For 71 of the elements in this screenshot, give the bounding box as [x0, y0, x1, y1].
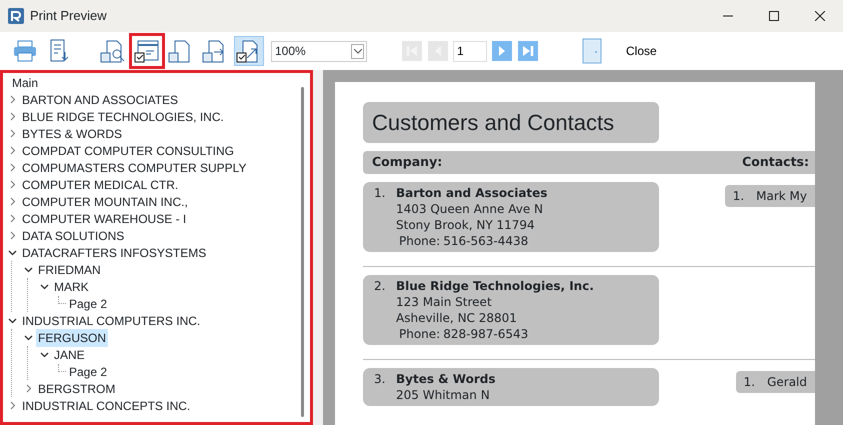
tree-item[interactable]: DATA SOLUTIONS: [20, 226, 126, 244]
collapse-chevron-icon[interactable]: [8, 248, 16, 257]
collapse-chevron-icon[interactable]: [40, 282, 48, 291]
expand-chevron-icon[interactable]: [8, 180, 16, 189]
expand-chevron-icon[interactable]: [24, 384, 32, 393]
expand-chevron-icon[interactable]: [8, 231, 16, 240]
tree-item[interactable]: JANE: [52, 346, 87, 364]
door-icon: [582, 38, 602, 64]
tree-item[interactable]: BLUE RIDGE TECHNOLOGIES, INC.: [20, 108, 226, 126]
report-title: Customers and Contacts: [363, 102, 659, 143]
address-line: 123 Main Street: [396, 294, 493, 310]
expand-chevron-icon[interactable]: [8, 163, 16, 172]
close-preview-button[interactable]: Close: [581, 36, 658, 66]
tree-item[interactable]: COMPUMASTERS COMPUTER SUPPLY: [20, 158, 248, 176]
tree-item[interactable]: Main: [10, 74, 40, 92]
phone-label: Phone:: [399, 234, 440, 248]
record-number: 1.: [374, 184, 386, 201]
column-header: Contacts:: [742, 153, 809, 171]
app-logo-icon: [8, 8, 24, 24]
fit-page-button[interactable]: [234, 36, 264, 66]
collapse-chevron-icon[interactable]: [24, 265, 32, 274]
collapse-chevron-icon[interactable]: [24, 333, 32, 342]
address-line: Stony Brook, NY 11794: [396, 216, 536, 233]
tree-item[interactable]: BYTES & WORDS: [20, 124, 124, 142]
contact-name: Mark My: [756, 188, 807, 205]
record-number: 3.: [374, 370, 386, 387]
record-number: 1.: [744, 374, 756, 391]
tree-item[interactable]: COMPUTER WAREHOUSE - I: [20, 210, 188, 228]
company-name: Barton and Associates: [396, 184, 548, 201]
zoom-select[interactable]: 100%: [271, 40, 367, 62]
expand-chevron-icon[interactable]: [8, 112, 16, 121]
phone-number: 516-563-4438: [443, 234, 528, 248]
tree-item[interactable]: FRIEDMAN: [36, 260, 103, 278]
expand-chevron-icon[interactable]: [8, 95, 16, 104]
expand-chevron-icon[interactable]: [8, 197, 16, 206]
scrollbar-thumb[interactable]: [301, 87, 304, 417]
collapse-chevron-icon[interactable]: [40, 350, 48, 359]
tree-item[interactable]: DATACRAFTERS INFOSYSTEMS: [20, 244, 208, 262]
collapse-chevron-icon[interactable]: [8, 316, 16, 325]
company-name: Blue Ridge Technologies, Inc.: [396, 278, 595, 294]
tree-item[interactable]: INDUSTRIAL CONCEPTS INC.: [20, 396, 192, 414]
contact-name: Gerald: [767, 374, 807, 391]
caret-icon: [354, 48, 362, 54]
tree-item[interactable]: MARK: [52, 278, 91, 296]
tree-item[interactable]: BARTON AND ASSOCIATES: [20, 90, 180, 108]
tree-item[interactable]: BERGSTROM: [36, 380, 118, 398]
close-icon: [815, 11, 825, 21]
tree-item[interactable]: Page 2: [67, 294, 110, 312]
column-header: Company:: [372, 153, 442, 171]
tree-item[interactable]: COMPUTER MEDICAL CTR.: [20, 176, 180, 194]
record-number: 2.: [374, 278, 386, 294]
company-name: Bytes & Words: [396, 370, 497, 387]
address-line: 1403 Queen Anne Ave N: [396, 200, 544, 217]
record-number: 1.: [732, 188, 744, 205]
page-number-field[interactable]: 1: [453, 40, 487, 62]
tree-item[interactable]: FERGUSON: [36, 328, 108, 346]
expand-chevron-icon[interactable]: [8, 146, 16, 155]
tree-item[interactable]: COMPDAT COMPUTER CONSULTING: [20, 142, 236, 160]
address-line: 205 Whitman N: [396, 386, 491, 403]
tree-item[interactable]: COMPUTER MOUNTAIN INC.,: [20, 192, 190, 210]
expand-chevron-icon[interactable]: [8, 129, 16, 138]
window-title: Print Preview: [30, 7, 108, 26]
page-outline-button[interactable]: [132, 36, 162, 66]
expand-chevron-icon[interactable]: [8, 401, 16, 410]
address-line: Asheville, NC 28801: [396, 310, 518, 326]
tree-item[interactable]: Page 2: [67, 362, 110, 380]
expand-chevron-icon[interactable]: [8, 214, 16, 223]
tree-item[interactable]: INDUSTRIAL COMPUTERS INC.: [20, 312, 202, 330]
phone-label: Phone:: [399, 326, 440, 341]
maximize-icon: [769, 11, 779, 21]
phone-number: 828-987-6543: [443, 326, 528, 341]
